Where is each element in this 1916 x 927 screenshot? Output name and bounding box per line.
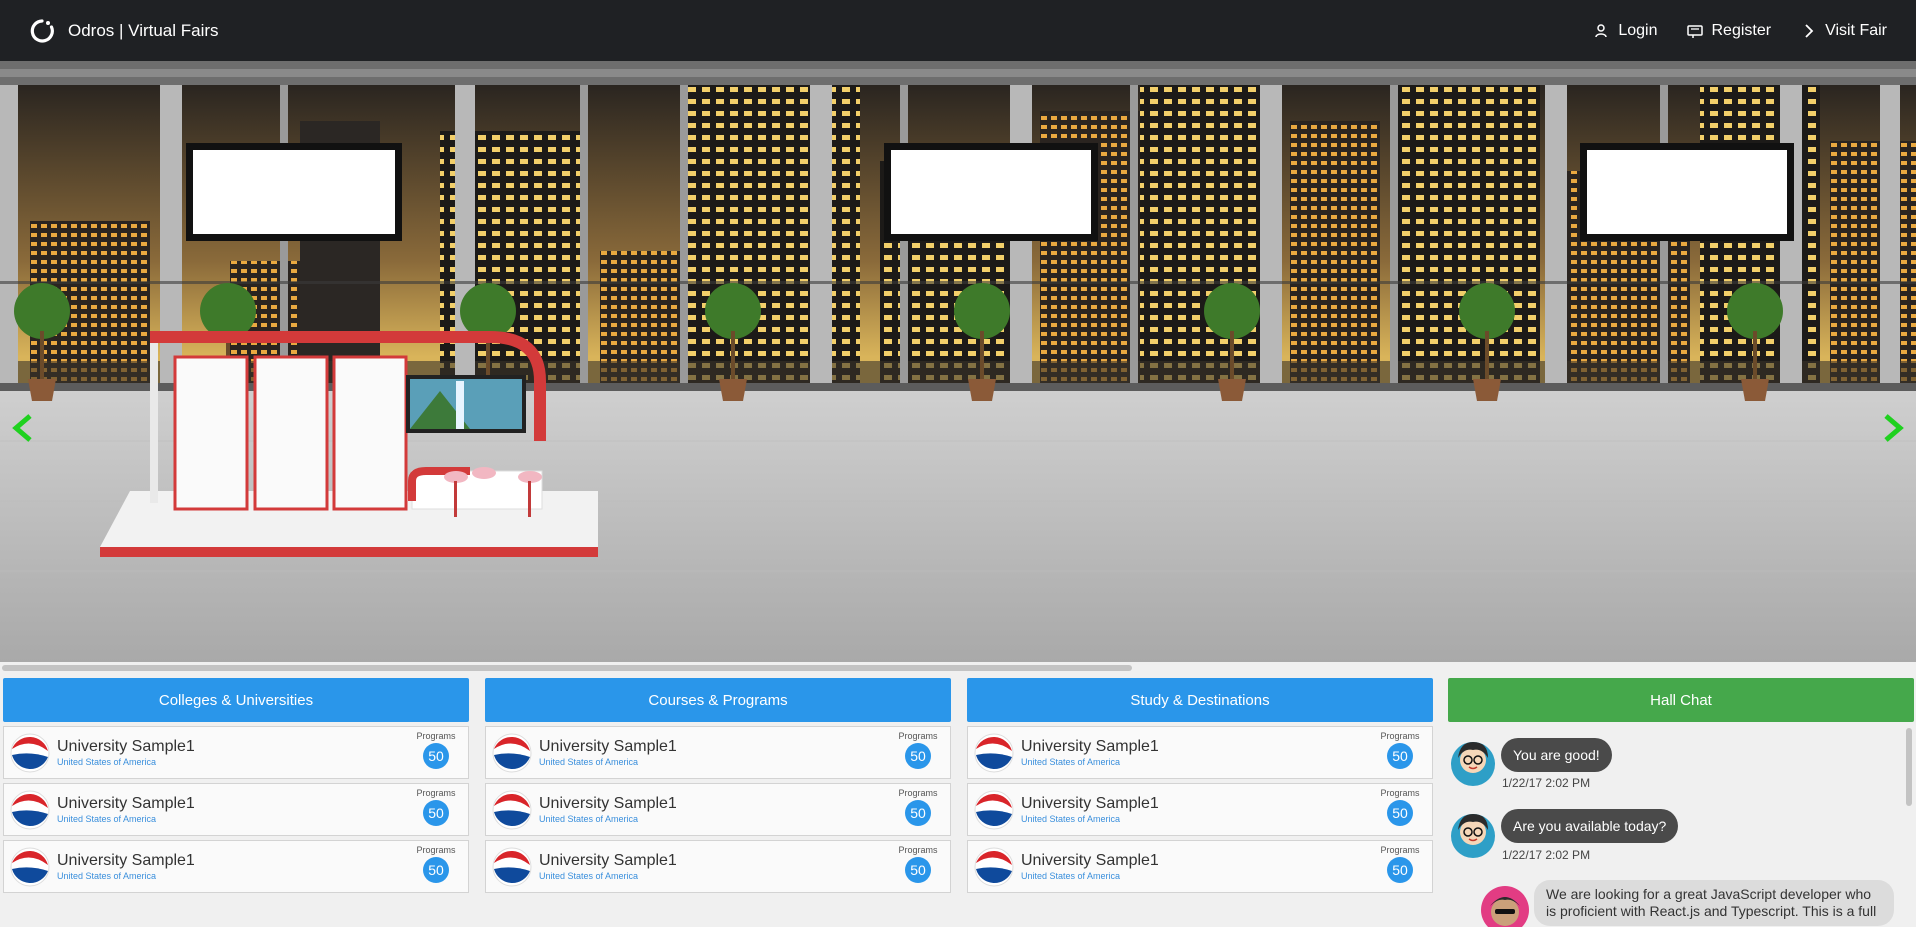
- pepsi-logo-icon: [974, 847, 1014, 886]
- colleges-panel-header[interactable]: Colleges & Universities: [3, 678, 469, 722]
- university-name: University Sample1: [539, 851, 677, 869]
- university-country: United States of America: [539, 813, 639, 824]
- hall-chat: Hall Chat You are good! 1/22/17 2:02 PM: [1448, 678, 1914, 927]
- programs-count-badge: 50: [905, 800, 931, 826]
- user-key-icon: [1595, 23, 1608, 37]
- programs-label: Programs: [416, 845, 456, 855]
- university-name: University Sample1: [539, 737, 677, 755]
- login-link[interactable]: Login: [1594, 22, 1657, 40]
- programs-count-badge: 50: [423, 857, 449, 883]
- hall-illustration: [0, 61, 1916, 662]
- login-label: Login: [1618, 21, 1658, 39]
- university-country: United States of America: [1021, 813, 1121, 824]
- chat-bubble: Are you available today?: [1501, 809, 1679, 843]
- list-item[interactable]: University Sample1 United States of Ameri…: [485, 840, 951, 893]
- list-item[interactable]: University Sample1 United States of Ameri…: [967, 840, 1433, 893]
- list-item[interactable]: University Sample1 United States of Ameri…: [967, 783, 1433, 836]
- pepsi-logo-icon: [974, 733, 1014, 772]
- destinations-list: University Sample1 United States of Ameri…: [967, 726, 1433, 893]
- virtual-hall-scene[interactable]: [0, 61, 1916, 662]
- university-name: University Sample1: [57, 794, 195, 812]
- university-country: United States of America: [1021, 756, 1121, 767]
- pepsi-logo-icon: [10, 790, 50, 829]
- chat-bubble: You are good!: [1501, 738, 1612, 772]
- courses-panel: Courses & Programs University Sample1 Uni…: [485, 678, 951, 897]
- destinations-panel-header[interactable]: Study & Destinations: [967, 678, 1433, 722]
- pepsi-logo-icon: [492, 733, 532, 772]
- avatar: [1451, 742, 1495, 786]
- university-country: United States of America: [539, 756, 639, 767]
- chat-scrollbar[interactable]: [1906, 728, 1912, 806]
- university-name: University Sample1: [57, 737, 195, 755]
- university-name: University Sample1: [57, 851, 195, 869]
- avatar: [1451, 814, 1495, 858]
- list-item[interactable]: University Sample1 United States of Ameri…: [485, 783, 951, 836]
- chevron-right-icon: [1805, 23, 1814, 38]
- university-name: University Sample1: [1021, 794, 1159, 812]
- id-card-icon: [1687, 24, 1704, 38]
- list-item[interactable]: University Sample1 United States of Ameri…: [967, 726, 1433, 779]
- register-link[interactable]: Register: [1687, 22, 1771, 40]
- university-name: University Sample1: [539, 794, 677, 812]
- programs-count-badge: 50: [1387, 743, 1413, 769]
- pepsi-logo-icon: [10, 847, 50, 886]
- register-label: Register: [1711, 21, 1772, 39]
- university-country: United States of America: [1021, 870, 1121, 881]
- chat-timestamp: 1/22/17 2:02 PM: [1502, 848, 1591, 862]
- programs-label: Programs: [898, 788, 938, 798]
- hall-chat-header[interactable]: Hall Chat: [1448, 678, 1914, 722]
- programs-count-badge: 50: [1387, 857, 1413, 883]
- university-name: University Sample1: [1021, 737, 1159, 755]
- hall-next-arrow-icon[interactable]: [1880, 413, 1906, 443]
- nav-links: Login Register Visit Fair: [1594, 22, 1887, 40]
- list-item[interactable]: University Sample1 United States of Ameri…: [485, 726, 951, 779]
- top-navbar: Odros | Virtual Fairs Login Register Vis…: [0, 0, 1916, 61]
- brand[interactable]: Odros | Virtual Fairs: [29, 18, 219, 44]
- list-item[interactable]: University Sample1 United States of Ameri…: [3, 840, 469, 893]
- programs-label: Programs: [898, 731, 938, 741]
- programs-count-badge: 50: [905, 743, 931, 769]
- programs-count-badge: 50: [423, 743, 449, 769]
- colleges-panel: Colleges & Universities University Sampl…: [3, 678, 469, 897]
- visit-fair-link[interactable]: Visit Fair: [1801, 22, 1887, 40]
- programs-count-badge: 50: [905, 857, 931, 883]
- odros-logo-icon: [30, 18, 54, 43]
- pepsi-logo-icon: [974, 790, 1014, 829]
- brand-title: Odros | Virtual Fairs: [68, 20, 219, 40]
- destinations-panel: Study & Destinations University Sample1 U…: [967, 678, 1433, 897]
- programs-label: Programs: [1380, 845, 1420, 855]
- visit-fair-label: Visit Fair: [1825, 21, 1887, 39]
- hall-prev-arrow-icon[interactable]: [10, 413, 36, 443]
- university-country: United States of America: [57, 813, 157, 824]
- university-country: United States of America: [57, 870, 157, 881]
- programs-count-badge: 50: [423, 800, 449, 826]
- pepsi-logo-icon: [492, 847, 532, 886]
- programs-label: Programs: [416, 731, 456, 741]
- university-country: United States of America: [539, 870, 639, 881]
- pepsi-logo-icon: [10, 733, 50, 772]
- chat-messages[interactable]: You are good! 1/22/17 2:02 PM Are you av…: [1448, 726, 1914, 927]
- programs-count-badge: 50: [1387, 800, 1413, 826]
- programs-label: Programs: [898, 845, 938, 855]
- university-country: United States of America: [57, 756, 157, 767]
- scrollbar-thumb[interactable]: [2, 665, 1132, 671]
- avatar: [1481, 886, 1529, 927]
- programs-label: Programs: [1380, 731, 1420, 741]
- courses-list: University Sample1 United States of Ameri…: [485, 726, 951, 893]
- list-item[interactable]: University Sample1 United States of Ameri…: [3, 783, 469, 836]
- chat-timestamp: 1/22/17 2:02 PM: [1502, 776, 1591, 790]
- hall-horizontal-scrollbar[interactable]: [0, 662, 1916, 674]
- chat-bubble: We are looking for a great JavaScript de…: [1534, 880, 1894, 926]
- pepsi-logo-icon: [492, 790, 532, 829]
- programs-label: Programs: [416, 788, 456, 798]
- colleges-list: University Sample1 United States of Ameri…: [3, 726, 469, 893]
- list-item[interactable]: University Sample1 United States of Ameri…: [3, 726, 469, 779]
- programs-label: Programs: [1380, 788, 1420, 798]
- courses-panel-header[interactable]: Courses & Programs: [485, 678, 951, 722]
- university-name: University Sample1: [1021, 851, 1159, 869]
